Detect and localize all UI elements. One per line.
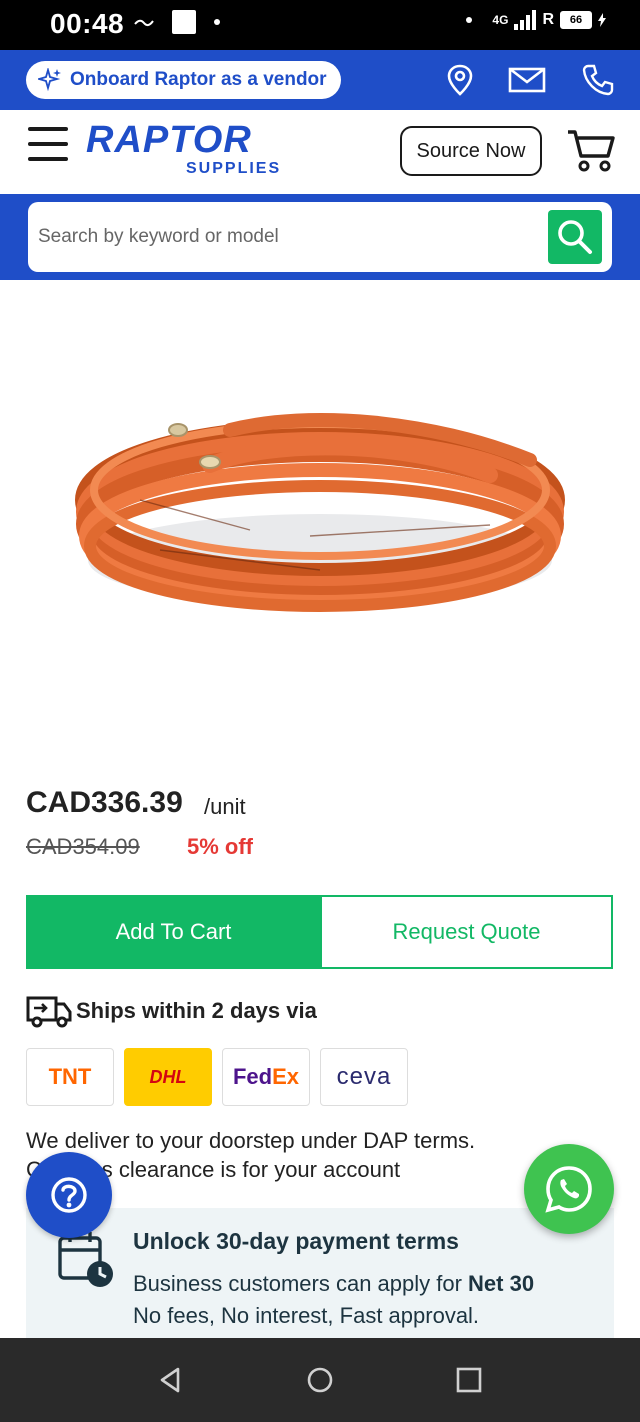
onboard-vendor-label: Onboard Raptor as a vendor xyxy=(70,69,327,90)
site-header: RAPTOR SUPPLIES Source Now xyxy=(0,110,640,194)
fedex-logo: Fed Ex xyxy=(222,1048,310,1106)
payment-line2: No fees, No interest, Fast approval. xyxy=(133,1303,480,1328)
battery-icon: 66 xyxy=(560,11,592,29)
back-icon[interactable] xyxy=(154,1364,186,1396)
product-image[interactable] xyxy=(70,300,570,750)
ceva-logo: ceva xyxy=(320,1048,408,1106)
mail-icon[interactable] xyxy=(508,63,546,97)
network-type: 4G xyxy=(492,13,509,27)
shipping-info: Ships within 2 days via xyxy=(26,994,317,1028)
payment-line1: Business customers can apply for xyxy=(133,1271,469,1296)
add-to-cart-button[interactable]: Add To Cart xyxy=(26,895,321,969)
request-quote-button[interactable]: Request Quote xyxy=(320,895,613,969)
discount-badge: 5% off xyxy=(187,834,253,859)
status-bar: 00:48 4G R 66 xyxy=(0,0,640,50)
roaming-indicator: R xyxy=(542,11,554,28)
search-input[interactable] xyxy=(38,220,538,254)
menu-icon[interactable] xyxy=(28,127,68,167)
dhl-logo: DHL xyxy=(124,1048,212,1106)
onboard-vendor-button[interactable]: Onboard Raptor as a vendor xyxy=(26,61,341,99)
status-right-icons: 4G R 66 xyxy=(466,10,606,30)
sparkle-icon xyxy=(38,68,61,92)
whatsapp-button[interactable] xyxy=(524,1144,614,1234)
payment-title: Unlock 30-day payment terms xyxy=(133,1228,459,1254)
dot-icon xyxy=(466,17,473,23)
search-icon xyxy=(558,220,592,254)
search-band xyxy=(0,194,640,280)
signal-bars-icon xyxy=(514,10,537,30)
delivery-truck-icon xyxy=(26,996,72,1028)
notification-square-icon xyxy=(172,10,196,34)
logo-sub: SUPPLIES xyxy=(186,160,282,177)
source-now-button[interactable]: Source Now xyxy=(400,126,542,176)
charging-icon xyxy=(598,13,606,27)
delivery-line-1: We deliver to your doorstep under DAP te… xyxy=(26,1128,476,1153)
notification-icons xyxy=(134,10,220,34)
ships-within-text: Ships within 2 days via xyxy=(76,998,317,1023)
phone-icon[interactable] xyxy=(581,63,615,97)
location-pin-icon[interactable] xyxy=(443,63,477,97)
original-price: CAD354.09 xyxy=(26,834,140,859)
status-time: 00:48 xyxy=(50,8,125,39)
search-button[interactable] xyxy=(548,210,602,264)
question-mark-icon xyxy=(51,1177,87,1213)
carrier-logos: TNT DHL Fed Ex ceva xyxy=(26,1048,408,1106)
whatsapp-icon xyxy=(545,1166,592,1213)
price-unit: /unit xyxy=(204,794,246,819)
android-nav-bar xyxy=(0,1338,640,1422)
logo-word: RAPTOR xyxy=(86,119,252,161)
top-strip: Onboard Raptor as a vendor xyxy=(0,50,640,110)
payment-terms-card[interactable]: Unlock 30-day payment terms Business cus… xyxy=(26,1208,614,1338)
recents-icon[interactable] xyxy=(453,1364,485,1396)
dot-icon xyxy=(214,19,220,25)
product-price: CAD336.39 xyxy=(26,786,183,819)
search-box xyxy=(28,202,612,272)
net30-text: Net 30 xyxy=(468,1271,535,1296)
raptor-logo[interactable]: RAPTOR SUPPLIES xyxy=(86,119,279,177)
cart-icon[interactable] xyxy=(566,128,616,174)
home-icon[interactable] xyxy=(304,1364,336,1396)
signal-wave-icon xyxy=(134,19,154,27)
help-button[interactable] xyxy=(26,1152,112,1238)
payment-description: Business customers can apply for Net 30 … xyxy=(133,1268,534,1332)
tnt-logo: TNT xyxy=(26,1048,114,1106)
